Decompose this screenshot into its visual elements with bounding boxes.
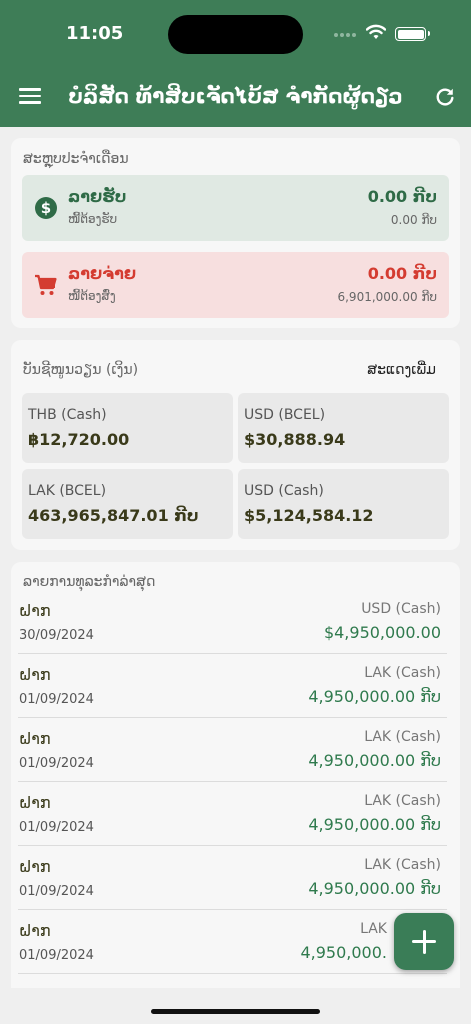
- transaction-amount: 4,950,000.00 ກີບ: [308, 687, 441, 706]
- account-card[interactable]: LAK (BCEL) 463,965,847.01 ກີບ: [22, 469, 233, 539]
- account-card[interactable]: THB (Cash) ฿12,720.00: [22, 393, 233, 463]
- transaction-type: ຝາກ: [19, 665, 51, 684]
- transaction-row[interactable]: ຝາກ 01/09/2024 LAK (Cash) 4,950,000.00 ກ…: [18, 718, 447, 782]
- transaction-amount: 4,950,000.00 ກີບ: [308, 815, 441, 834]
- expense-label: ລາຍຈ່າຍ: [68, 264, 137, 283]
- plus-icon-vertical: [422, 929, 426, 954]
- transaction-amount: $4,950,000.00: [323, 623, 441, 642]
- transaction-account: USD (Cash): [361, 601, 441, 617]
- add-transaction-button[interactable]: [394, 913, 454, 970]
- account-name: LAK (BCEL): [28, 483, 107, 499]
- dollar-circle-icon: $: [35, 197, 57, 219]
- transaction-row[interactable]: ຝາກ 01/09/2024 LAK 4,950,000.: [18, 910, 447, 974]
- transaction-date: 01/09/2024: [19, 884, 94, 899]
- transaction-row[interactable]: ຝາກ 01/09/2024 LAK (Cash) 4,950,000.00 ກ…: [18, 654, 447, 718]
- transaction-type: ຝາກ: [19, 601, 51, 620]
- page-title: ບໍລິສັດ ທ້າສິບເຈັດໄບ້ສ ຈຳກັດຜູ້ດຽວ: [68, 84, 403, 108]
- account-name: USD (BCEL): [244, 407, 326, 423]
- transaction-account: LAK: [360, 921, 387, 937]
- transaction-date: 01/09/2024: [19, 756, 94, 771]
- income-summary[interactable]: $ ລາຍຮັບ ໜີ້ຕ້ອງຮັບ 0.00 ກີບ 0.00 ກີບ: [22, 175, 449, 241]
- svg-text:$: $: [41, 199, 51, 217]
- account-name: THB (Cash): [28, 407, 107, 423]
- account-card[interactable]: USD (BCEL) $30,888.94: [238, 393, 449, 463]
- dynamic-island: [168, 15, 303, 54]
- cellular-signal-icon: [334, 33, 356, 38]
- transaction-date: 01/09/2024: [19, 820, 94, 835]
- account-name: USD (Cash): [244, 483, 324, 499]
- transaction-row[interactable]: ຝາກ 01/09/2024 LAK (Cash) 4,950,000.00 ກ…: [18, 846, 447, 910]
- expense-amount: 0.00 ກີບ: [367, 264, 437, 283]
- transaction-date: 01/09/2024: [19, 692, 94, 707]
- transaction-account: LAK (Cash): [364, 665, 441, 681]
- income-label: ລາຍຮັບ: [68, 187, 127, 206]
- transaction-date: 30/09/2024: [19, 628, 94, 643]
- shopping-cart-icon: [35, 274, 57, 295]
- income-amount: 0.00 ກີບ: [367, 187, 437, 206]
- account-balance: $30,888.94: [244, 430, 346, 449]
- transaction-type: ຝາກ: [19, 921, 51, 940]
- app-header: 11:05 ບໍລິສັດ ທ້າສິບເຈັດໄບ້ສ ຈຳກັດຜູ້ດຽວ: [0, 0, 471, 127]
- transaction-date: 01/09/2024: [19, 948, 94, 963]
- receivable-amount: 0.00 ກີບ: [390, 213, 437, 227]
- account-card[interactable]: USD (Cash) $5,124,584.12: [238, 469, 449, 539]
- transaction-type: ຝາກ: [19, 793, 51, 812]
- transaction-account: LAK (Cash): [364, 793, 441, 809]
- refresh-icon[interactable]: [434, 86, 456, 108]
- summary-section-title: ສະຫຼຸບປະຈຳເດືອນ: [23, 151, 129, 167]
- monthly-summary-card: ສະຫຼຸບປະຈຳເດືອນ $ ລາຍຮັບ ໜີ້ຕ້ອງຮັບ 0.00…: [11, 138, 460, 328]
- accounts-section-title: ບັນຊີໜູນວຽນ (ເງິນ): [23, 362, 139, 378]
- expense-summary[interactable]: ລາຍຈ່າຍ ໜີ້ຕ້ອງສົ່ງ 0.00 ກີບ 6,901,000.0…: [22, 252, 449, 318]
- receivable-label: ໜີ້ຕ້ອງຮັບ: [68, 212, 118, 226]
- home-indicator: [151, 1009, 320, 1014]
- hamburger-menu-icon[interactable]: [19, 88, 41, 104]
- transaction-amount: 4,950,000.: [300, 943, 387, 962]
- payable-amount: 6,901,000.00 ກີບ: [337, 290, 437, 304]
- transaction-amount: 4,950,000.00 ກີບ: [308, 751, 441, 770]
- transaction-type: ຝາກ: [19, 729, 51, 748]
- show-more-button[interactable]: ສະແດງເພີ່ມ: [367, 362, 436, 378]
- transaction-amount: 4,950,000.00 ກີບ: [308, 879, 441, 898]
- transaction-row[interactable]: ຝາກ 30/09/2024 USD (Cash) $4,950,000.00: [18, 590, 447, 654]
- transactions-section-title: ລາຍການທຸລະກຳລ່າສຸດ: [23, 574, 156, 590]
- payable-label: ໜີ້ຕ້ອງສົ່ງ: [68, 289, 116, 303]
- account-balance: 463,965,847.01 ກີບ: [28, 506, 199, 525]
- transaction-account: LAK (Cash): [364, 729, 441, 745]
- account-balance: ฿12,720.00: [28, 430, 130, 449]
- accounts-card: ບັນຊີໜູນວຽນ (ເງິນ) ສະແດງເພີ່ມ THB (Cash)…: [11, 340, 460, 550]
- battery-icon: [395, 27, 430, 41]
- account-balance: $5,124,584.12: [244, 506, 374, 525]
- transaction-account: LAK (Cash): [364, 857, 441, 873]
- transaction-type: ຝາກ: [19, 857, 51, 876]
- wifi-icon: [366, 24, 386, 39]
- status-time: 11:05: [66, 23, 124, 44]
- transaction-row[interactable]: ຝາກ 01/09/2024 LAK (Cash) 4,950,000.00 ກ…: [18, 782, 447, 846]
